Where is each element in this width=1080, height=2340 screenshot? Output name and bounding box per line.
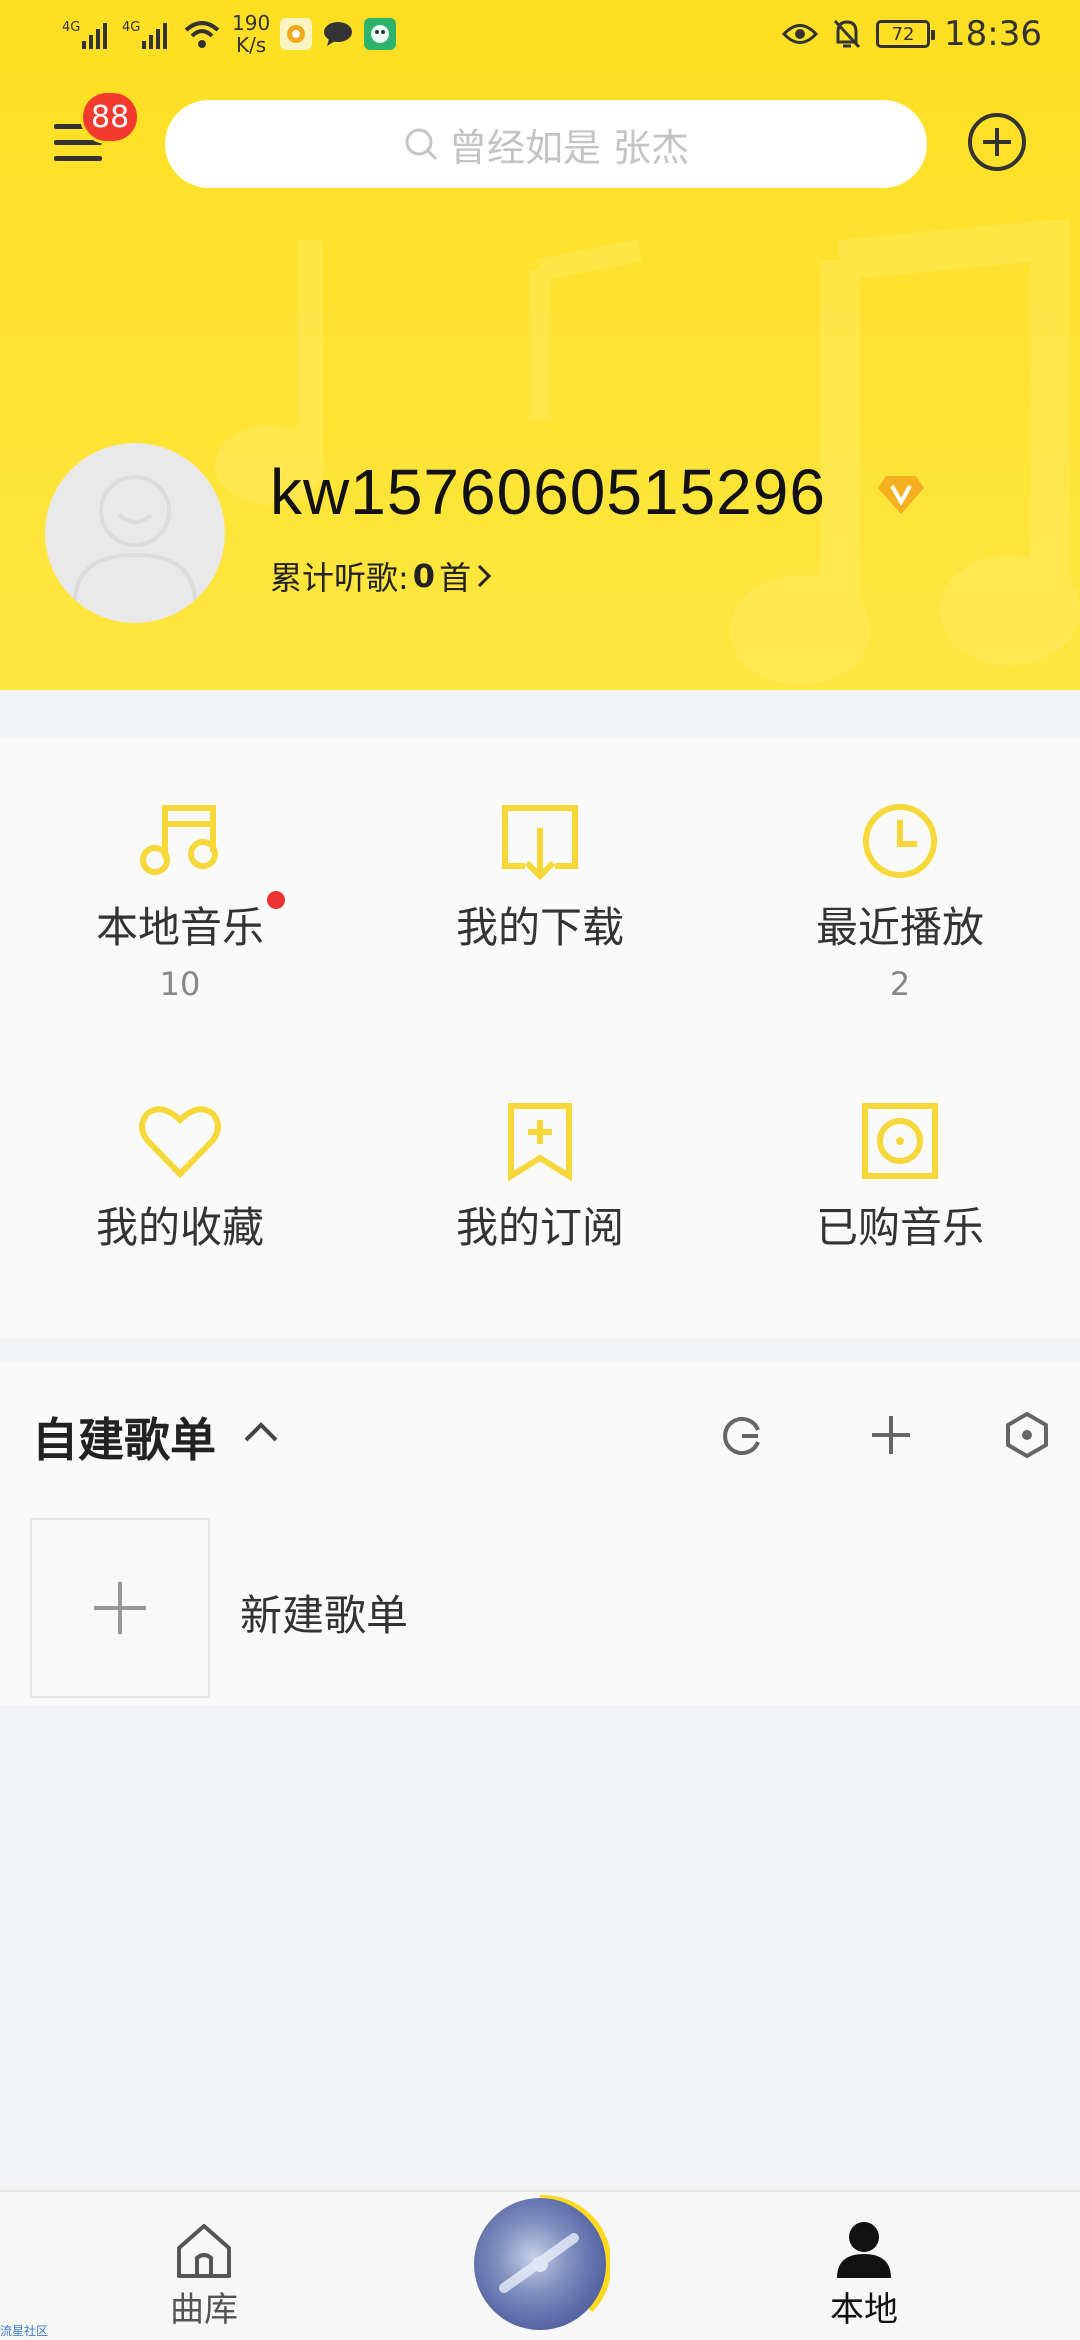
listen-label: 累计听歌: (270, 559, 409, 597)
battery-indicator: 72 (876, 20, 936, 48)
tile-label: 已购音乐 (815, 1203, 984, 1252)
tile-label: 我的下载 (455, 903, 624, 952)
watermark-text: 流星社区 (0, 2324, 49, 2338)
downloads-tile[interactable]: 我的下载 (360, 738, 720, 1018)
cellular-signal-icon: 4G (122, 20, 167, 49)
tile-label: 本地音乐 (95, 903, 264, 952)
heart-icon (139, 1106, 221, 1179)
listen-unit: 首 (439, 559, 472, 597)
tile-label: 最近播放 (815, 903, 984, 952)
plus-icon (94, 1582, 146, 1634)
tab-local[interactable]: 本地 (830, 2218, 898, 2331)
listen-stats[interactable]: 累计听歌: 0 首 (270, 553, 493, 599)
vip-diamond-icon[interactable] (876, 472, 926, 516)
tab-label: 本地 (830, 2290, 898, 2330)
new-indicator-dot (267, 891, 285, 909)
purchased-music-tile[interactable]: 已购音乐 (720, 1038, 1080, 1318)
tile-count: 10 (159, 965, 201, 1003)
feature-grid: 本地音乐 10 我的下载 最近播放 2 我的收藏 我的订阅 已购音乐 (0, 738, 1080, 1338)
search-icon (405, 128, 438, 161)
search-placeholder: 曾经如是 张杰 (448, 125, 690, 170)
bookmark-plus-icon (508, 1103, 572, 1182)
tile-label: 我的收藏 (95, 1203, 264, 1252)
subscriptions-tile[interactable]: 我的订阅 (360, 1038, 720, 1318)
username[interactable]: kw1576060515296 (270, 455, 826, 529)
clock-icon (863, 804, 937, 878)
status-bar: 4G 4G 190 K/s 72 18:36 (0, 0, 1080, 75)
new-playlist-button[interactable] (30, 1518, 210, 1698)
add-playlist-icon[interactable] (866, 1410, 916, 1460)
user-icon (837, 2222, 891, 2278)
notification-badge: 88 (80, 90, 141, 144)
now-playing-disc[interactable] (474, 2198, 606, 2330)
new-playlist-label[interactable]: 新建歌单 (240, 1582, 408, 1643)
app-notification-icon (280, 18, 313, 50)
app-notification-icon (364, 18, 397, 50)
clock: 18:36 (944, 14, 1042, 54)
playlists-section: 自建歌单 新建歌单 (0, 1362, 1080, 1705)
network-speed-unit: K/s (235, 33, 267, 57)
signal-label: 4G (62, 20, 80, 35)
music-note-icon (140, 805, 218, 875)
chevron-up-icon[interactable] (240, 1412, 282, 1454)
search-bar[interactable]: 曾经如是 张杰 (165, 100, 927, 188)
import-playlist-icon[interactable] (718, 1410, 768, 1460)
cellular-signal-icon: 4G (62, 20, 107, 49)
network-speed-value: 190 (232, 11, 271, 35)
tile-count: 2 (889, 965, 911, 1003)
home-icon (177, 2224, 231, 2278)
favorites-tile[interactable]: 我的收藏 (0, 1038, 360, 1318)
add-circle-icon[interactable] (966, 111, 1028, 173)
tab-label: 曲库 (170, 2290, 238, 2330)
signal-label: 4G (122, 20, 140, 35)
listen-count: 0 (412, 557, 436, 595)
recent-plays-tile[interactable]: 最近播放 2 (720, 738, 1080, 1018)
chat-bubble-icon (322, 18, 354, 50)
local-music-tile[interactable]: 本地音乐 10 (0, 738, 360, 1018)
section-title[interactable]: 自建歌单 (32, 1404, 216, 1470)
music-note-watermark-icon (529, 240, 643, 420)
default-user-icon (73, 475, 197, 604)
tile-label: 我的订阅 (455, 1203, 624, 1252)
download-icon (502, 805, 578, 881)
avatar[interactable] (45, 443, 225, 623)
wifi-icon (184, 21, 220, 48)
album-art-icon (499, 2233, 579, 2293)
network-speed: 190 K/s (232, 12, 270, 56)
eye-icon (782, 24, 819, 44)
bell-muted-icon (833, 19, 861, 49)
disc-icon (862, 1103, 938, 1179)
chevron-right-icon (478, 564, 492, 588)
manage-hexagon-icon[interactable] (1002, 1410, 1052, 1460)
tab-library[interactable]: 曲库 (170, 2220, 238, 2331)
